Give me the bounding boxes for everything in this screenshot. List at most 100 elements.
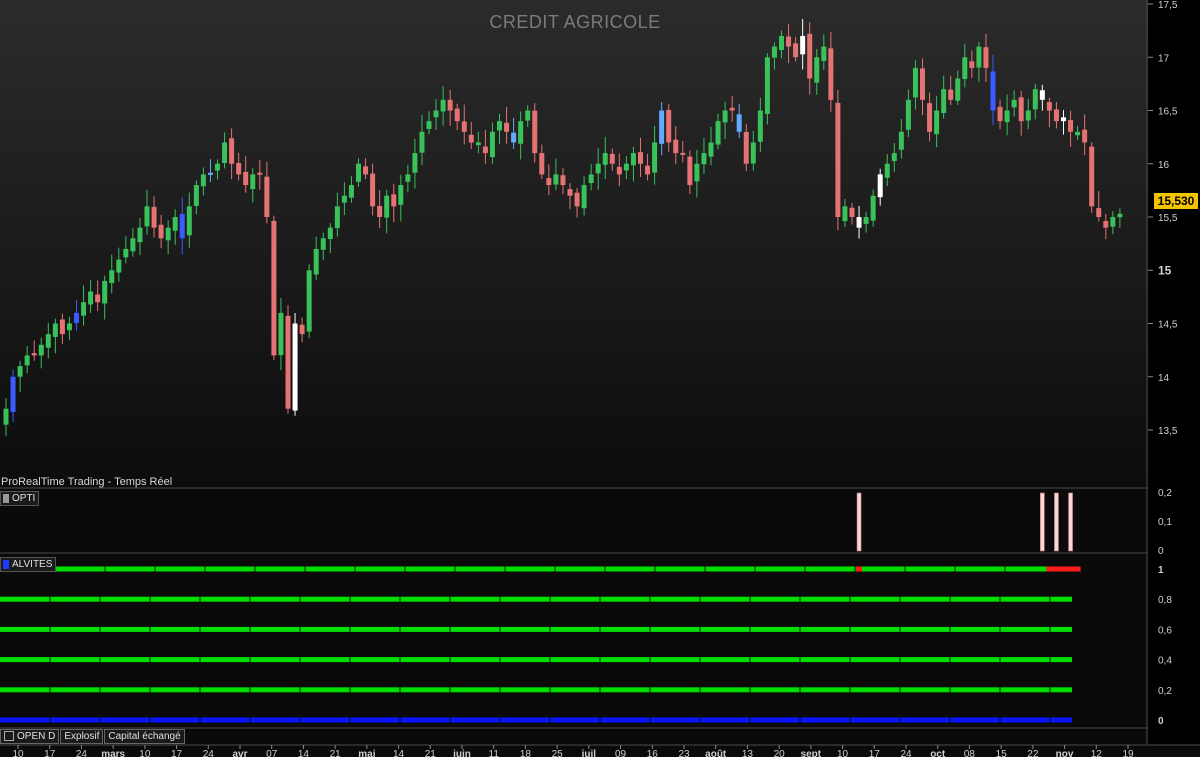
candle-body bbox=[391, 194, 397, 207]
candle-body bbox=[673, 139, 679, 154]
x-tick-label: 18 bbox=[520, 749, 532, 757]
x-tick-label: 24 bbox=[203, 749, 215, 757]
candle-body bbox=[285, 315, 291, 409]
candle-body bbox=[1046, 102, 1052, 111]
candle-body bbox=[497, 121, 502, 131]
y-tick-label: 17 bbox=[1158, 53, 1170, 64]
candle-body bbox=[299, 324, 305, 335]
candle-body bbox=[912, 67, 918, 98]
candle-body bbox=[941, 89, 947, 114]
candle-body bbox=[708, 142, 714, 157]
x-tick-label: 17 bbox=[171, 749, 183, 757]
candle-body bbox=[863, 217, 869, 224]
x-tick-label: 10 bbox=[837, 749, 849, 757]
alvites-row bbox=[0, 687, 1072, 693]
x-tick-label: 12 bbox=[1091, 749, 1103, 757]
candle-body bbox=[271, 220, 277, 356]
tab-explosif[interactable]: Explosif bbox=[60, 729, 104, 744]
candle-body bbox=[229, 138, 235, 164]
candle-body bbox=[66, 323, 72, 331]
candle-body bbox=[934, 110, 940, 135]
candle-body bbox=[666, 109, 672, 143]
candle-body bbox=[1110, 217, 1116, 227]
candle-body bbox=[1004, 110, 1010, 123]
y-tick-label: 16 bbox=[1158, 160, 1170, 171]
candle-body bbox=[828, 48, 834, 100]
candle-body bbox=[997, 106, 1003, 122]
candle-body bbox=[645, 165, 651, 175]
candle-body bbox=[680, 152, 686, 155]
candle-body bbox=[623, 163, 629, 171]
candle-body bbox=[1082, 129, 1088, 143]
opti-panel-label[interactable]: OPTI bbox=[0, 491, 40, 506]
candle-body bbox=[31, 353, 37, 356]
x-tick-label: 20 bbox=[774, 749, 786, 757]
candle-body bbox=[144, 206, 150, 227]
candle-body bbox=[264, 176, 270, 217]
candle-body bbox=[1011, 99, 1017, 108]
x-tick-label: juin bbox=[452, 749, 471, 757]
opti-tick-label: 0 bbox=[1158, 546, 1164, 557]
candle-body bbox=[1075, 131, 1081, 136]
alvites-tick-label: 0,4 bbox=[1158, 656, 1172, 667]
x-tick-label: 09 bbox=[615, 749, 627, 757]
tab-open-d[interactable]: OPEN D bbox=[0, 729, 60, 744]
alvites-color-swatch bbox=[3, 560, 9, 569]
candle-body bbox=[1053, 109, 1059, 122]
candle-body bbox=[292, 323, 298, 411]
candle-body bbox=[835, 102, 841, 217]
candle-body bbox=[525, 110, 531, 121]
candle-body bbox=[870, 195, 876, 221]
y-axis-tick-labels: 17,5 17 16,5 16 15,5 15 14,5 14 13,5 0,2 0,1 0 1 0,8 0… bbox=[1148, 0, 1178, 727]
candle-body bbox=[849, 207, 855, 217]
candle-body bbox=[898, 131, 904, 150]
opti-bar bbox=[1040, 492, 1045, 552]
candle-body bbox=[567, 189, 573, 196]
tab-capital-echange[interactable]: Capital échangé bbox=[104, 729, 185, 744]
alvites-row bbox=[0, 626, 1072, 632]
candle-body bbox=[45, 334, 51, 348]
y-tick-label: 15 bbox=[1158, 263, 1172, 277]
candle-body bbox=[553, 174, 559, 185]
x-tick-label: 16 bbox=[647, 749, 659, 757]
candle-body bbox=[341, 195, 347, 203]
candle-body bbox=[207, 172, 213, 175]
candle-body bbox=[384, 195, 390, 218]
candle-body bbox=[588, 174, 594, 184]
opti-indicator-series bbox=[856, 492, 1073, 552]
candle-body bbox=[842, 206, 848, 222]
candle-body bbox=[1117, 213, 1123, 218]
opti-tick-label: 0,2 bbox=[1158, 488, 1172, 499]
candle-body bbox=[38, 344, 44, 356]
alvites-panel-label[interactable]: ALVITES bbox=[0, 557, 57, 572]
candle-body bbox=[884, 163, 890, 178]
candle-body bbox=[532, 110, 538, 154]
candle-body bbox=[1025, 110, 1031, 121]
x-tick-label: 17 bbox=[44, 749, 56, 757]
x-tick-label: mai bbox=[358, 749, 375, 757]
x-tick-label: mars bbox=[101, 749, 125, 757]
candle-body bbox=[88, 291, 94, 305]
candle-body bbox=[454, 108, 460, 122]
candle-body bbox=[482, 146, 488, 154]
candle-body bbox=[363, 166, 369, 175]
candle-body bbox=[856, 217, 862, 228]
window-icon bbox=[4, 731, 14, 742]
x-tick-label: 24 bbox=[76, 749, 88, 757]
candle-body bbox=[750, 142, 756, 164]
x-tick-label: 07 bbox=[266, 749, 278, 757]
candle-body bbox=[764, 57, 770, 114]
x-tick-label: 25 bbox=[552, 749, 564, 757]
candle-body bbox=[172, 217, 178, 231]
candle-body bbox=[701, 153, 707, 165]
candle-body bbox=[158, 224, 164, 239]
y-tick-label: 13,5 bbox=[1158, 426, 1178, 437]
candle-body bbox=[560, 175, 566, 186]
candle-body bbox=[398, 185, 404, 205]
candle-body bbox=[130, 238, 136, 252]
x-tick-label: 21 bbox=[330, 749, 342, 757]
x-tick-label: 08 bbox=[964, 749, 976, 757]
alvites-row bbox=[0, 657, 1072, 663]
candle-body bbox=[602, 153, 608, 165]
alvites-row bbox=[0, 596, 1072, 602]
